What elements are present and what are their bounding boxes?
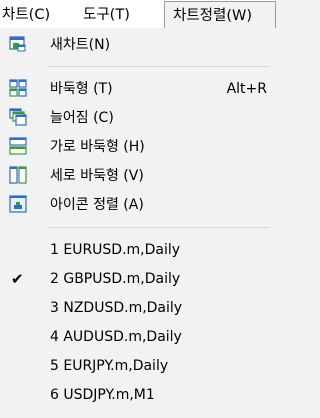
menu-tools[interactable]: 도구(T) (83, 0, 130, 28)
menu-separator (48, 66, 270, 67)
menu-item-label: 3 NZDUSD.m,Daily (50, 300, 183, 316)
checkmark-icon: ✔ (11, 270, 24, 288)
menu-item-label: 바둑형 (T) (50, 81, 113, 97)
menu-item-label: 2 GBPUSD.m,Daily (50, 271, 181, 287)
menu-item-tile[interactable]: 바둑형 (T) Alt+R (0, 75, 276, 103)
tile-vertical-icon (9, 166, 27, 184)
new-chart-icon (9, 35, 27, 53)
menu-item-tile-horizontal[interactable]: 가로 바둑형 (H) (0, 133, 276, 161)
window-menu-dropdown: 새차트(N) 바둑형 (T) Alt+R 늘어짐 (C) 가로 바둑형 (H) … (0, 28, 276, 418)
cascade-windows-icon (9, 108, 27, 126)
menu-item-label: 세로 바둑형 (V) (50, 168, 144, 184)
menu-chart[interactable]: 차트(C) (2, 0, 50, 28)
tile-windows-icon (9, 79, 27, 97)
menu-item-label: 새차트(N) (50, 37, 111, 53)
menu-item-tile-vertical[interactable]: 세로 바둑형 (V) (0, 162, 276, 190)
menu-item-window-5[interactable]: 5 EURJPY.m,Daily (0, 352, 276, 380)
menu-window[interactable]: 차트정렬(W) (164, 1, 276, 28)
menu-item-label: 늘어짐 (C) (50, 110, 114, 126)
menu-item-window-2[interactable]: ✔ 2 GBPUSD.m,Daily (0, 265, 276, 293)
menu-item-label: 5 EURJPY.m,Daily (50, 358, 169, 374)
menu-item-label: 6 USDJPY.m,M1 (50, 387, 155, 403)
menu-item-cascade[interactable]: 늘어짐 (C) (0, 104, 276, 132)
tile-horizontal-icon (9, 137, 27, 155)
menu-item-window-4[interactable]: 4 AUDUSD.m,Daily (0, 323, 276, 351)
menu-item-label: 아이콘 정렬 (A) (50, 197, 144, 213)
arrange-icons-icon (9, 195, 27, 213)
menu-item-window-1[interactable]: 1 EURUSD.m,Daily (0, 236, 276, 264)
menu-item-label: 가로 바둑형 (H) (50, 139, 145, 155)
menu-item-window-3[interactable]: 3 NZDUSD.m,Daily (0, 294, 276, 322)
menu-bar: 차트(C) 도구(T) 차트정렬(W) (0, 0, 276, 28)
shortcut-label: Alt+R (226, 81, 267, 97)
menu-item-label: 1 EURUSD.m,Daily (50, 242, 181, 258)
menu-item-new-chart[interactable]: 새차트(N) (0, 31, 276, 59)
menu-item-window-6[interactable]: 6 USDJPY.m,M1 (0, 381, 276, 409)
menu-item-arrange-icons[interactable]: 아이콘 정렬 (A) (0, 191, 276, 219)
window: 차트(C) 도구(T) 차트정렬(W) 새차트(N) 바둑형 (T) Alt+R… (0, 0, 276, 418)
menu-item-label: 4 AUDUSD.m,Daily (50, 329, 182, 345)
menu-separator (48, 227, 270, 228)
